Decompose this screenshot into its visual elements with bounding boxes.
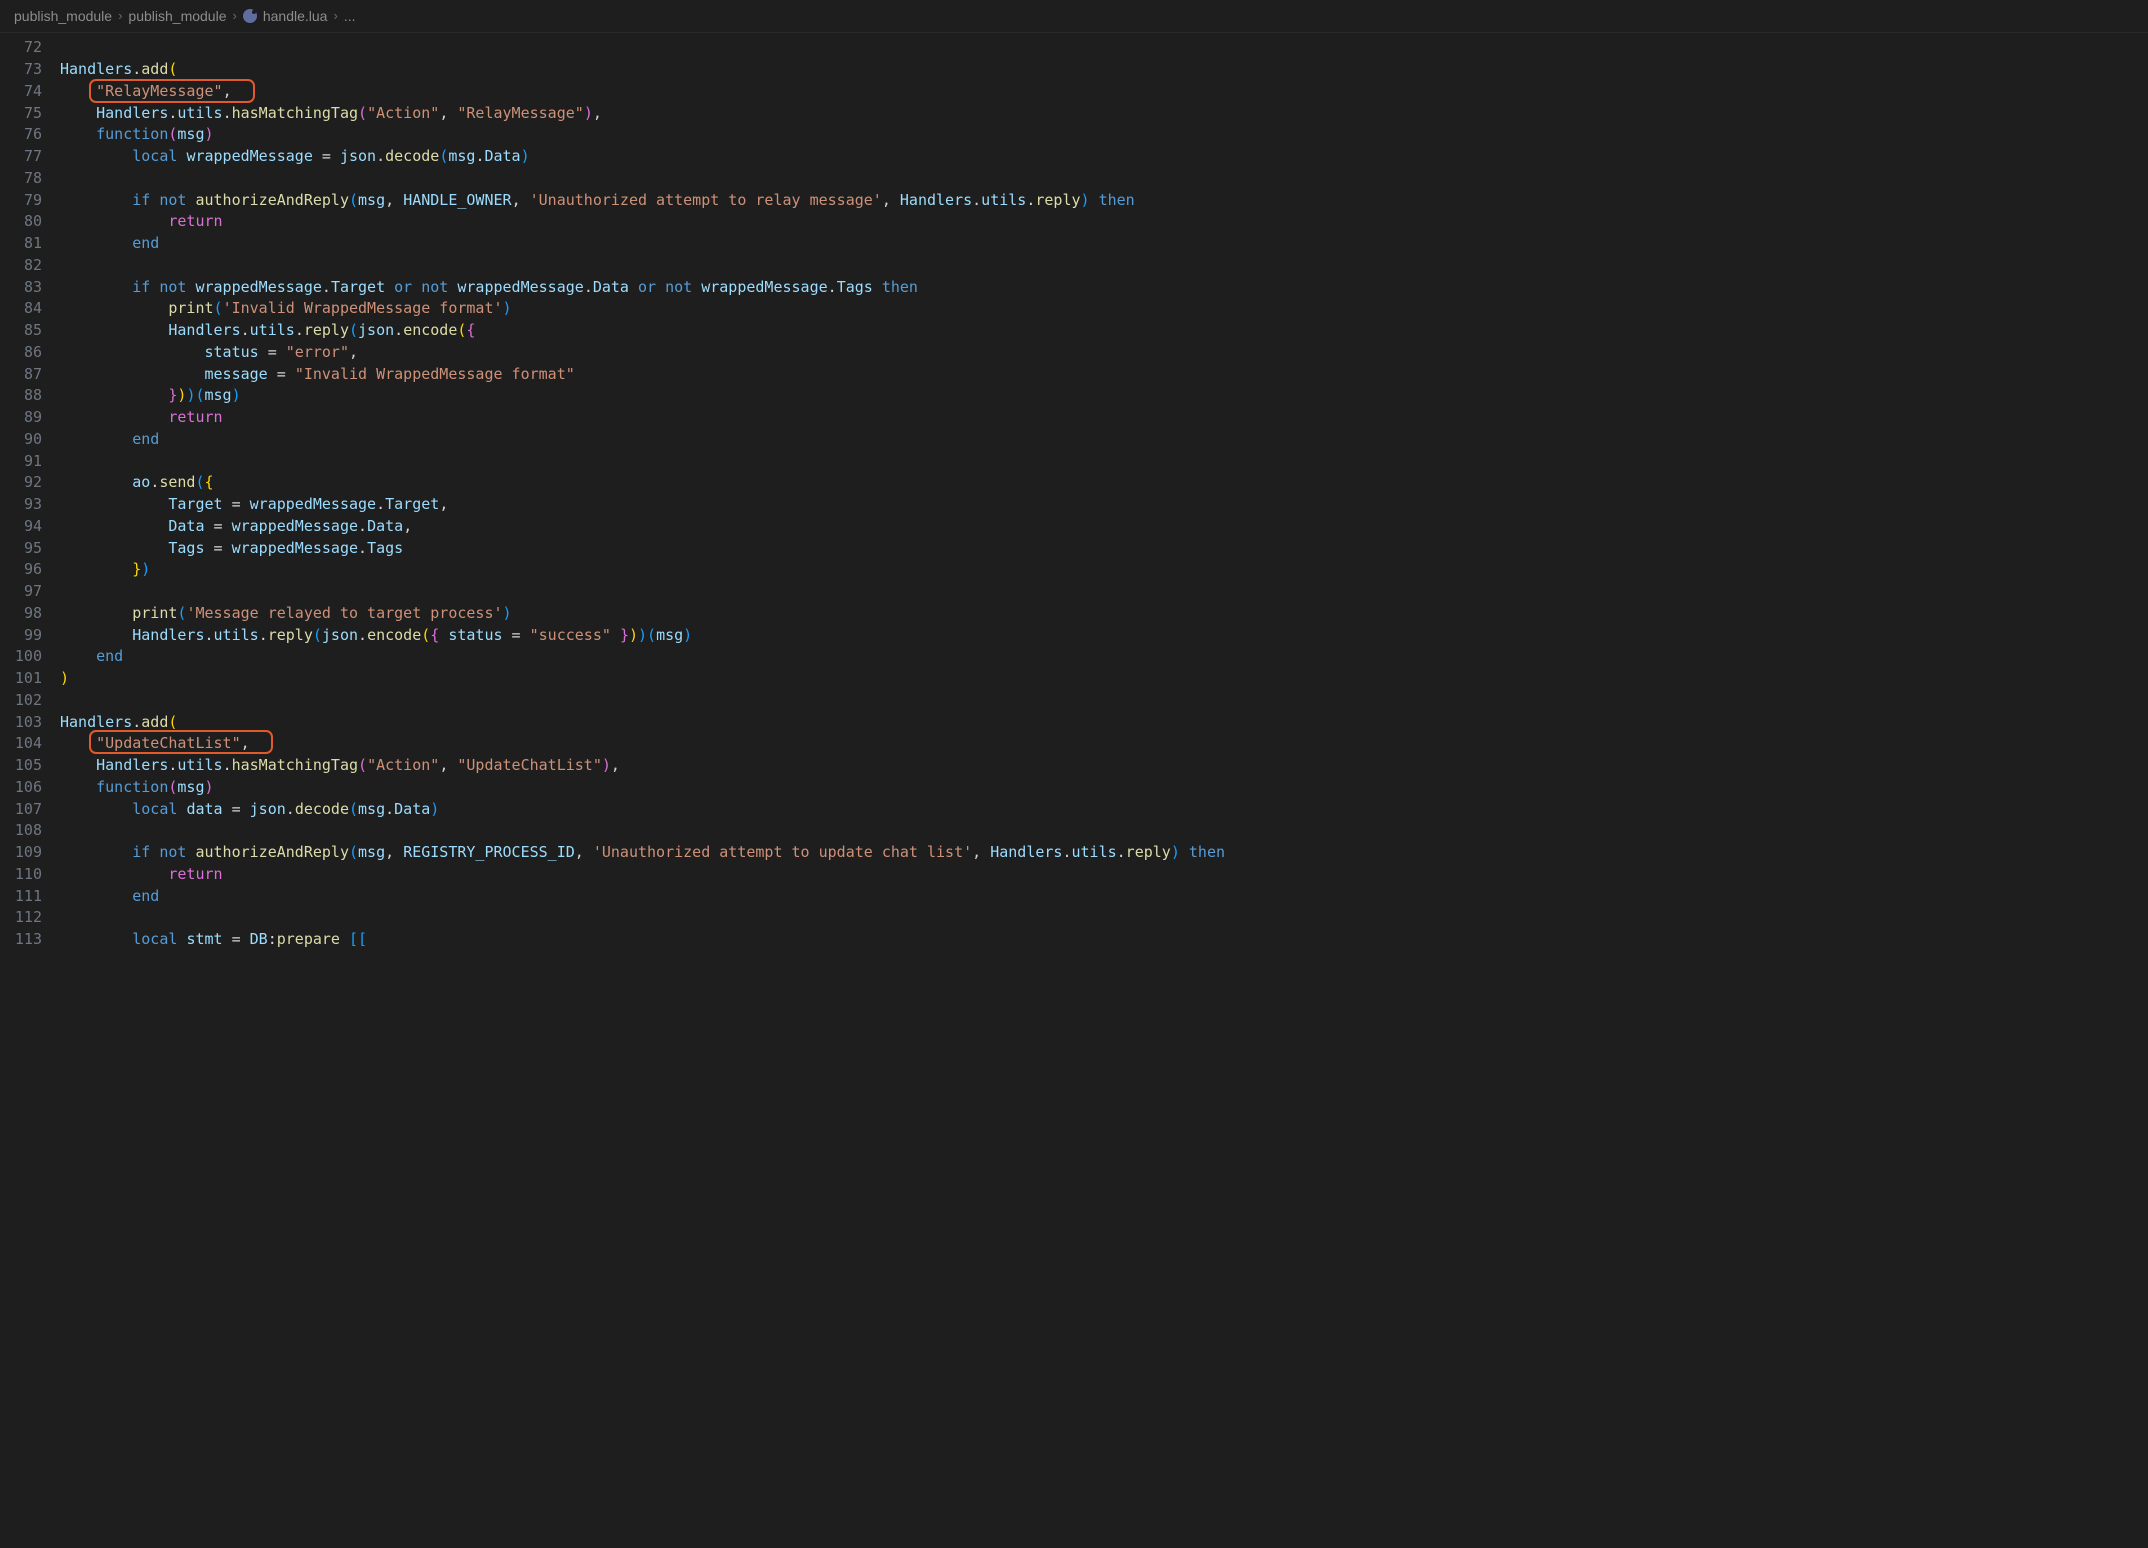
code-line[interactable]: message = "Invalid WrappedMessage format… [60, 364, 2128, 386]
line-number: 73 [0, 59, 42, 81]
line-number: 95 [0, 538, 42, 560]
code-line[interactable]: }))(msg) [60, 385, 2128, 407]
line-number: 111 [0, 886, 42, 908]
line-number: 72 [0, 37, 42, 59]
line-number: 92 [0, 472, 42, 494]
code-line[interactable] [60, 907, 2128, 929]
code-line[interactable]: "RelayMessage", [60, 81, 2128, 103]
line-number: 96 [0, 559, 42, 581]
code-line[interactable]: print('Invalid WrappedMessage format') [60, 298, 2128, 320]
line-number: 100 [0, 646, 42, 668]
code-line[interactable]: return [60, 864, 2128, 886]
line-number: 107 [0, 799, 42, 821]
code-line[interactable]: Handlers.add( [60, 59, 2128, 81]
line-number: 77 [0, 146, 42, 168]
code-line[interactable]: "UpdateChatList", [60, 733, 2128, 755]
code-line[interactable]: if not authorizeAndReply(msg, HANDLE_OWN… [60, 190, 2128, 212]
line-number: 90 [0, 429, 42, 451]
code-editor[interactable]: 7273747576777879808182838485868788899091… [0, 33, 2148, 951]
code-line[interactable]: Data = wrappedMessage.Data, [60, 516, 2128, 538]
code-line[interactable]: end [60, 646, 2128, 668]
line-number: 87 [0, 364, 42, 386]
chevron-icon: › [333, 7, 337, 26]
code-line[interactable] [60, 168, 2128, 190]
code-line[interactable]: function(msg) [60, 124, 2128, 146]
line-number: 97 [0, 581, 42, 603]
line-number: 104 [0, 733, 42, 755]
chevron-icon: › [233, 7, 237, 26]
line-number: 74 [0, 81, 42, 103]
code-line[interactable]: local wrappedMessage = json.decode(msg.D… [60, 146, 2128, 168]
code-line[interactable]: function(msg) [60, 777, 2128, 799]
line-number: 102 [0, 690, 42, 712]
line-number: 79 [0, 190, 42, 212]
code-line[interactable]: end [60, 233, 2128, 255]
line-number: 108 [0, 820, 42, 842]
code-line[interactable]: Handlers.utils.reply(json.encode({ [60, 320, 2128, 342]
line-number: 84 [0, 298, 42, 320]
line-number: 85 [0, 320, 42, 342]
line-number: 106 [0, 777, 42, 799]
code-line[interactable]: Target = wrappedMessage.Target, [60, 494, 2128, 516]
line-number: 113 [0, 929, 42, 951]
code-line[interactable] [60, 37, 2128, 59]
line-number: 103 [0, 712, 42, 734]
code-area[interactable]: Handlers.add( "RelayMessage", Handlers.u… [60, 37, 2148, 951]
line-number: 86 [0, 342, 42, 364]
line-number: 80 [0, 211, 42, 233]
line-number: 83 [0, 277, 42, 299]
line-number: 94 [0, 516, 42, 538]
line-number: 110 [0, 864, 42, 886]
breadcrumb-file[interactable]: handle.lua [263, 6, 328, 26]
line-number-gutter: 7273747576777879808182838485868788899091… [0, 37, 60, 951]
line-number: 105 [0, 755, 42, 777]
line-number: 75 [0, 103, 42, 125]
breadcrumb-seg-1[interactable]: publish_module [14, 6, 112, 26]
breadcrumb-tail[interactable]: ... [344, 6, 356, 26]
code-line[interactable]: status = "error", [60, 342, 2128, 364]
code-line[interactable] [60, 255, 2128, 277]
code-line[interactable]: Handlers.utils.hasMatchingTag("Action", … [60, 103, 2128, 125]
code-line[interactable]: Handlers.utils.hasMatchingTag("Action", … [60, 755, 2128, 777]
code-line[interactable]: ) [60, 668, 2128, 690]
code-line[interactable]: local data = json.decode(msg.Data) [60, 799, 2128, 821]
code-line[interactable]: local stmt = DB:prepare [[ [60, 929, 2128, 951]
code-line[interactable]: Tags = wrappedMessage.Tags [60, 538, 2128, 560]
chevron-icon: › [118, 7, 122, 26]
code-line[interactable]: Handlers.utils.reply(json.encode({ statu… [60, 625, 2128, 647]
line-number: 93 [0, 494, 42, 516]
breadcrumb[interactable]: publish_module › publish_module › handle… [0, 0, 2148, 33]
code-line[interactable]: return [60, 211, 2128, 233]
line-number: 88 [0, 385, 42, 407]
code-line[interactable]: return [60, 407, 2128, 429]
code-line[interactable]: print('Message relayed to target process… [60, 603, 2128, 625]
code-line[interactable]: }) [60, 559, 2128, 581]
line-number: 76 [0, 124, 42, 146]
breadcrumb-seg-2[interactable]: publish_module [128, 6, 226, 26]
code-line[interactable]: if not wrappedMessage.Target or not wrap… [60, 277, 2128, 299]
lua-file-icon [243, 9, 257, 23]
code-line[interactable] [60, 451, 2128, 473]
code-line[interactable]: ao.send({ [60, 472, 2128, 494]
code-line[interactable] [60, 820, 2128, 842]
line-number: 98 [0, 603, 42, 625]
code-line[interactable]: if not authorizeAndReply(msg, REGISTRY_P… [60, 842, 2128, 864]
code-line[interactable] [60, 581, 2128, 603]
line-number: 101 [0, 668, 42, 690]
line-number: 109 [0, 842, 42, 864]
code-line[interactable] [60, 690, 2128, 712]
code-line[interactable]: end [60, 886, 2128, 908]
line-number: 91 [0, 451, 42, 473]
line-number: 78 [0, 168, 42, 190]
line-number: 89 [0, 407, 42, 429]
line-number: 82 [0, 255, 42, 277]
line-number: 112 [0, 907, 42, 929]
code-line[interactable]: end [60, 429, 2128, 451]
code-line[interactable]: Handlers.add( [60, 712, 2128, 734]
line-number: 99 [0, 625, 42, 647]
line-number: 81 [0, 233, 42, 255]
